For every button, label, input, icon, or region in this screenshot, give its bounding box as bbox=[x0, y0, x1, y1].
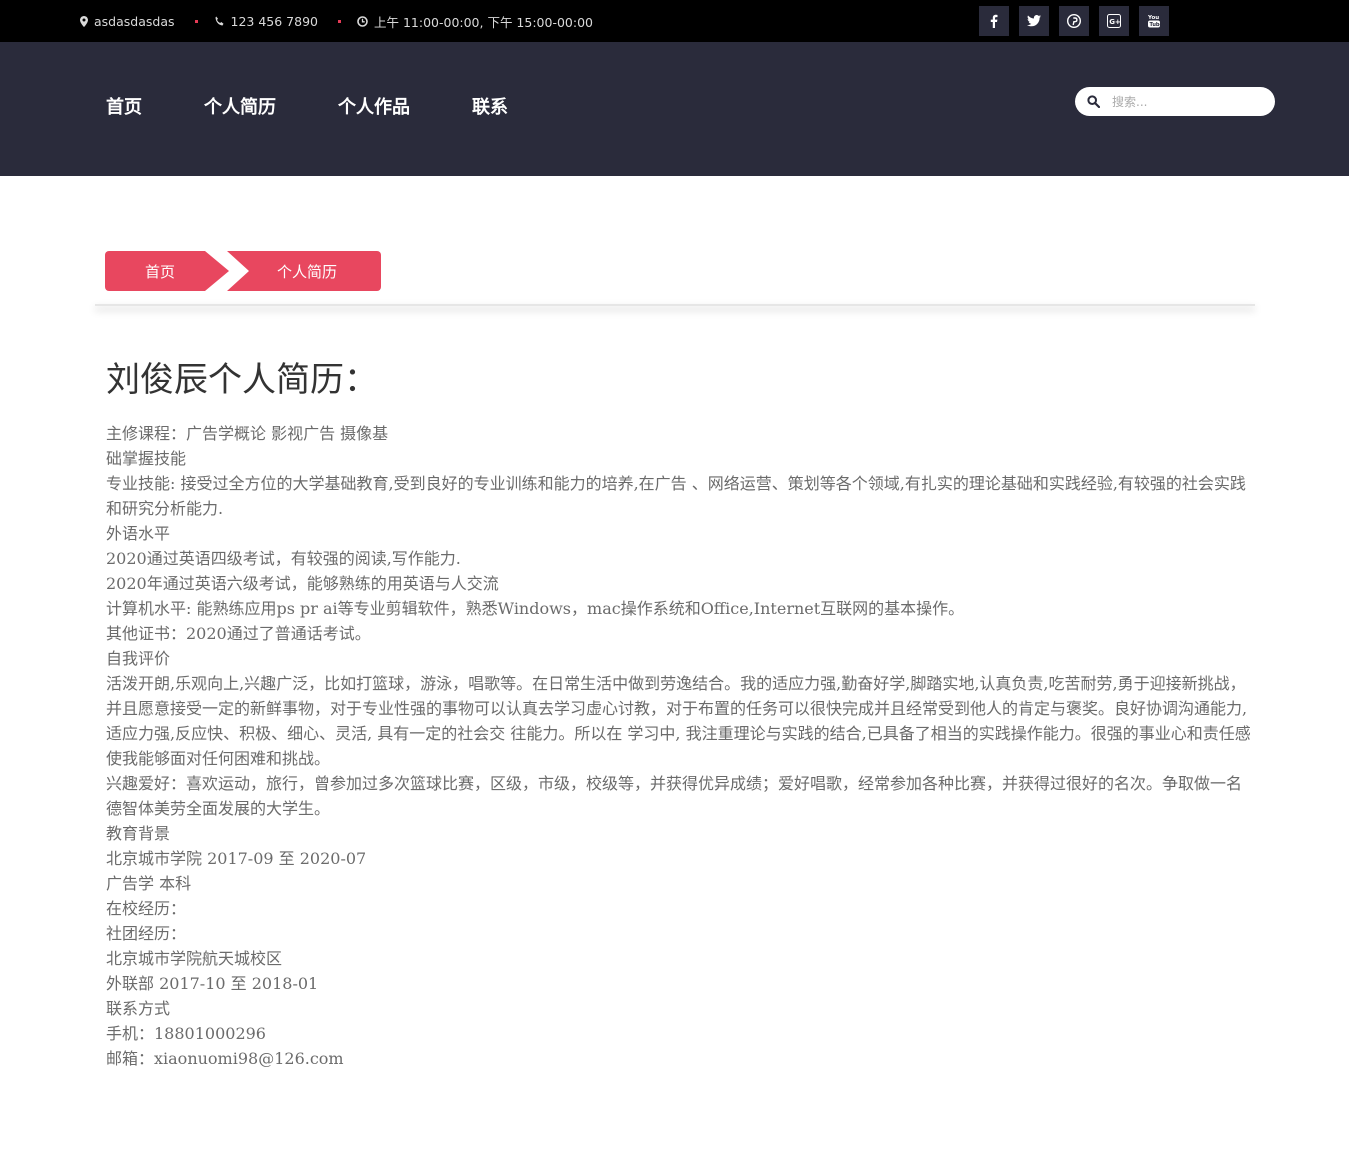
search-icon[interactable] bbox=[1087, 95, 1100, 108]
resume-line: 础掌握技能 bbox=[106, 449, 187, 468]
location-info: asdasdasdas bbox=[80, 14, 175, 29]
page-title: 刘俊辰个人简历： bbox=[106, 360, 378, 400]
nav-item-contact[interactable]: 联系 bbox=[472, 96, 508, 120]
resume-line: 专业技能: 接受过全方位的大学基础教育,受到良好的专业训练和能力的培养,在广告 … bbox=[106, 474, 1246, 518]
resume-line: 兴趣爱好：喜欢运动，旅行，曾参加过多次篮球比赛，区级，市级，校级等，并获得优异成… bbox=[106, 774, 1243, 818]
resume-line: 自我评价 bbox=[106, 649, 171, 668]
hours-text: 上午 11:00-00:00, 下午 15:00-00:00 bbox=[373, 14, 593, 30]
resume-line: 计算机水平: 能熟练应用ps pr ai等专业剪辑软件，熟悉Windows，ma… bbox=[106, 599, 965, 618]
breadcrumb-current: 个人简历 bbox=[227, 251, 381, 291]
youtube-icon[interactable]: YouTube bbox=[1139, 6, 1169, 36]
nav-item-home[interactable]: 首页 bbox=[106, 96, 142, 120]
resume-line: 2020年通过英语六级考试，能够熟练的用英语与人交流 bbox=[106, 574, 499, 593]
resume-line: 在校经历： bbox=[106, 899, 187, 918]
resume-line: 北京城市学院航天城校区 bbox=[106, 949, 283, 968]
separator bbox=[337, 19, 341, 23]
nav-item-portfolio[interactable]: 个人作品 bbox=[338, 96, 410, 120]
facebook-icon[interactable] bbox=[979, 6, 1009, 36]
svg-text:Tube: Tube bbox=[1150, 22, 1162, 28]
search-input[interactable] bbox=[1110, 93, 1264, 110]
svg-text:You: You bbox=[1147, 15, 1159, 21]
resume-line: 教育背景 bbox=[106, 824, 171, 843]
top-bar: asdasdasdas 123 456 7890 上午 11:00-00:00,… bbox=[0, 0, 1349, 42]
resume-line: 其他证书：2020通过了普通话考试。 bbox=[106, 624, 371, 643]
main-nav: 首页 个人简历 个人作品 联系 bbox=[106, 96, 570, 120]
breadcrumb: 个人简历 首页 bbox=[105, 251, 381, 291]
hours-info: 上午 11:00-00:00, 下午 15:00-00:00 bbox=[357, 12, 593, 31]
resume-line: 活泼开朗,乐观向上,兴趣广泛，比如打篮球，游泳，唱歌等。在日常生活中做到劳逸结合… bbox=[106, 674, 1251, 768]
phone-icon bbox=[215, 16, 223, 25]
resume-line: 北京城市学院 2017-09 至 2020-07 bbox=[106, 849, 367, 868]
resume-line: 联系方式 bbox=[106, 999, 171, 1018]
phone-info: 123 456 7890 bbox=[214, 14, 318, 29]
resume-line: 2020通过英语四级考试，有较强的阅读,写作能力. bbox=[106, 549, 461, 568]
social-links: G+ YouTube bbox=[979, 6, 1179, 36]
resume-line: 手机：18801000296 bbox=[106, 1024, 266, 1043]
resume-line: 邮箱：xiaonuomi98@126.com bbox=[106, 1049, 344, 1068]
main-header: 首页 个人简历 个人作品 联系 bbox=[0, 42, 1349, 176]
search-box bbox=[1075, 87, 1275, 116]
phone-text: 123 456 7890 bbox=[230, 13, 318, 29]
resume-line: 外联部 2017-10 至 2018-01 bbox=[106, 974, 319, 993]
contact-info: asdasdasdas 123 456 7890 上午 11:00-00:00,… bbox=[80, 0, 593, 42]
section-divider bbox=[95, 304, 1255, 306]
pinterest-icon[interactable] bbox=[1059, 6, 1089, 36]
nav-item-resume[interactable]: 个人简历 bbox=[204, 96, 276, 120]
map-marker-icon bbox=[80, 15, 88, 27]
resume-line: 社团经历： bbox=[106, 924, 187, 943]
location-text: asdasdasdas bbox=[94, 13, 175, 29]
resume-line: 外语水平 bbox=[106, 524, 171, 543]
breadcrumb-home-link[interactable]: 首页 bbox=[105, 251, 229, 291]
twitter-icon[interactable] bbox=[1019, 6, 1049, 36]
resume-content: 主修课程：广告学概论 影视广告 摄像基 础掌握技能 专业技能: 接受过全方位的大… bbox=[106, 421, 1251, 1071]
svg-text:G+: G+ bbox=[1109, 18, 1121, 26]
resume-line: 主修课程：广告学概论 影视广告 摄像基 bbox=[106, 424, 389, 443]
resume-line: 广告学 本科 bbox=[106, 874, 192, 893]
clock-icon bbox=[357, 15, 368, 27]
separator bbox=[194, 19, 198, 23]
google-plus-icon[interactable]: G+ bbox=[1099, 6, 1129, 36]
